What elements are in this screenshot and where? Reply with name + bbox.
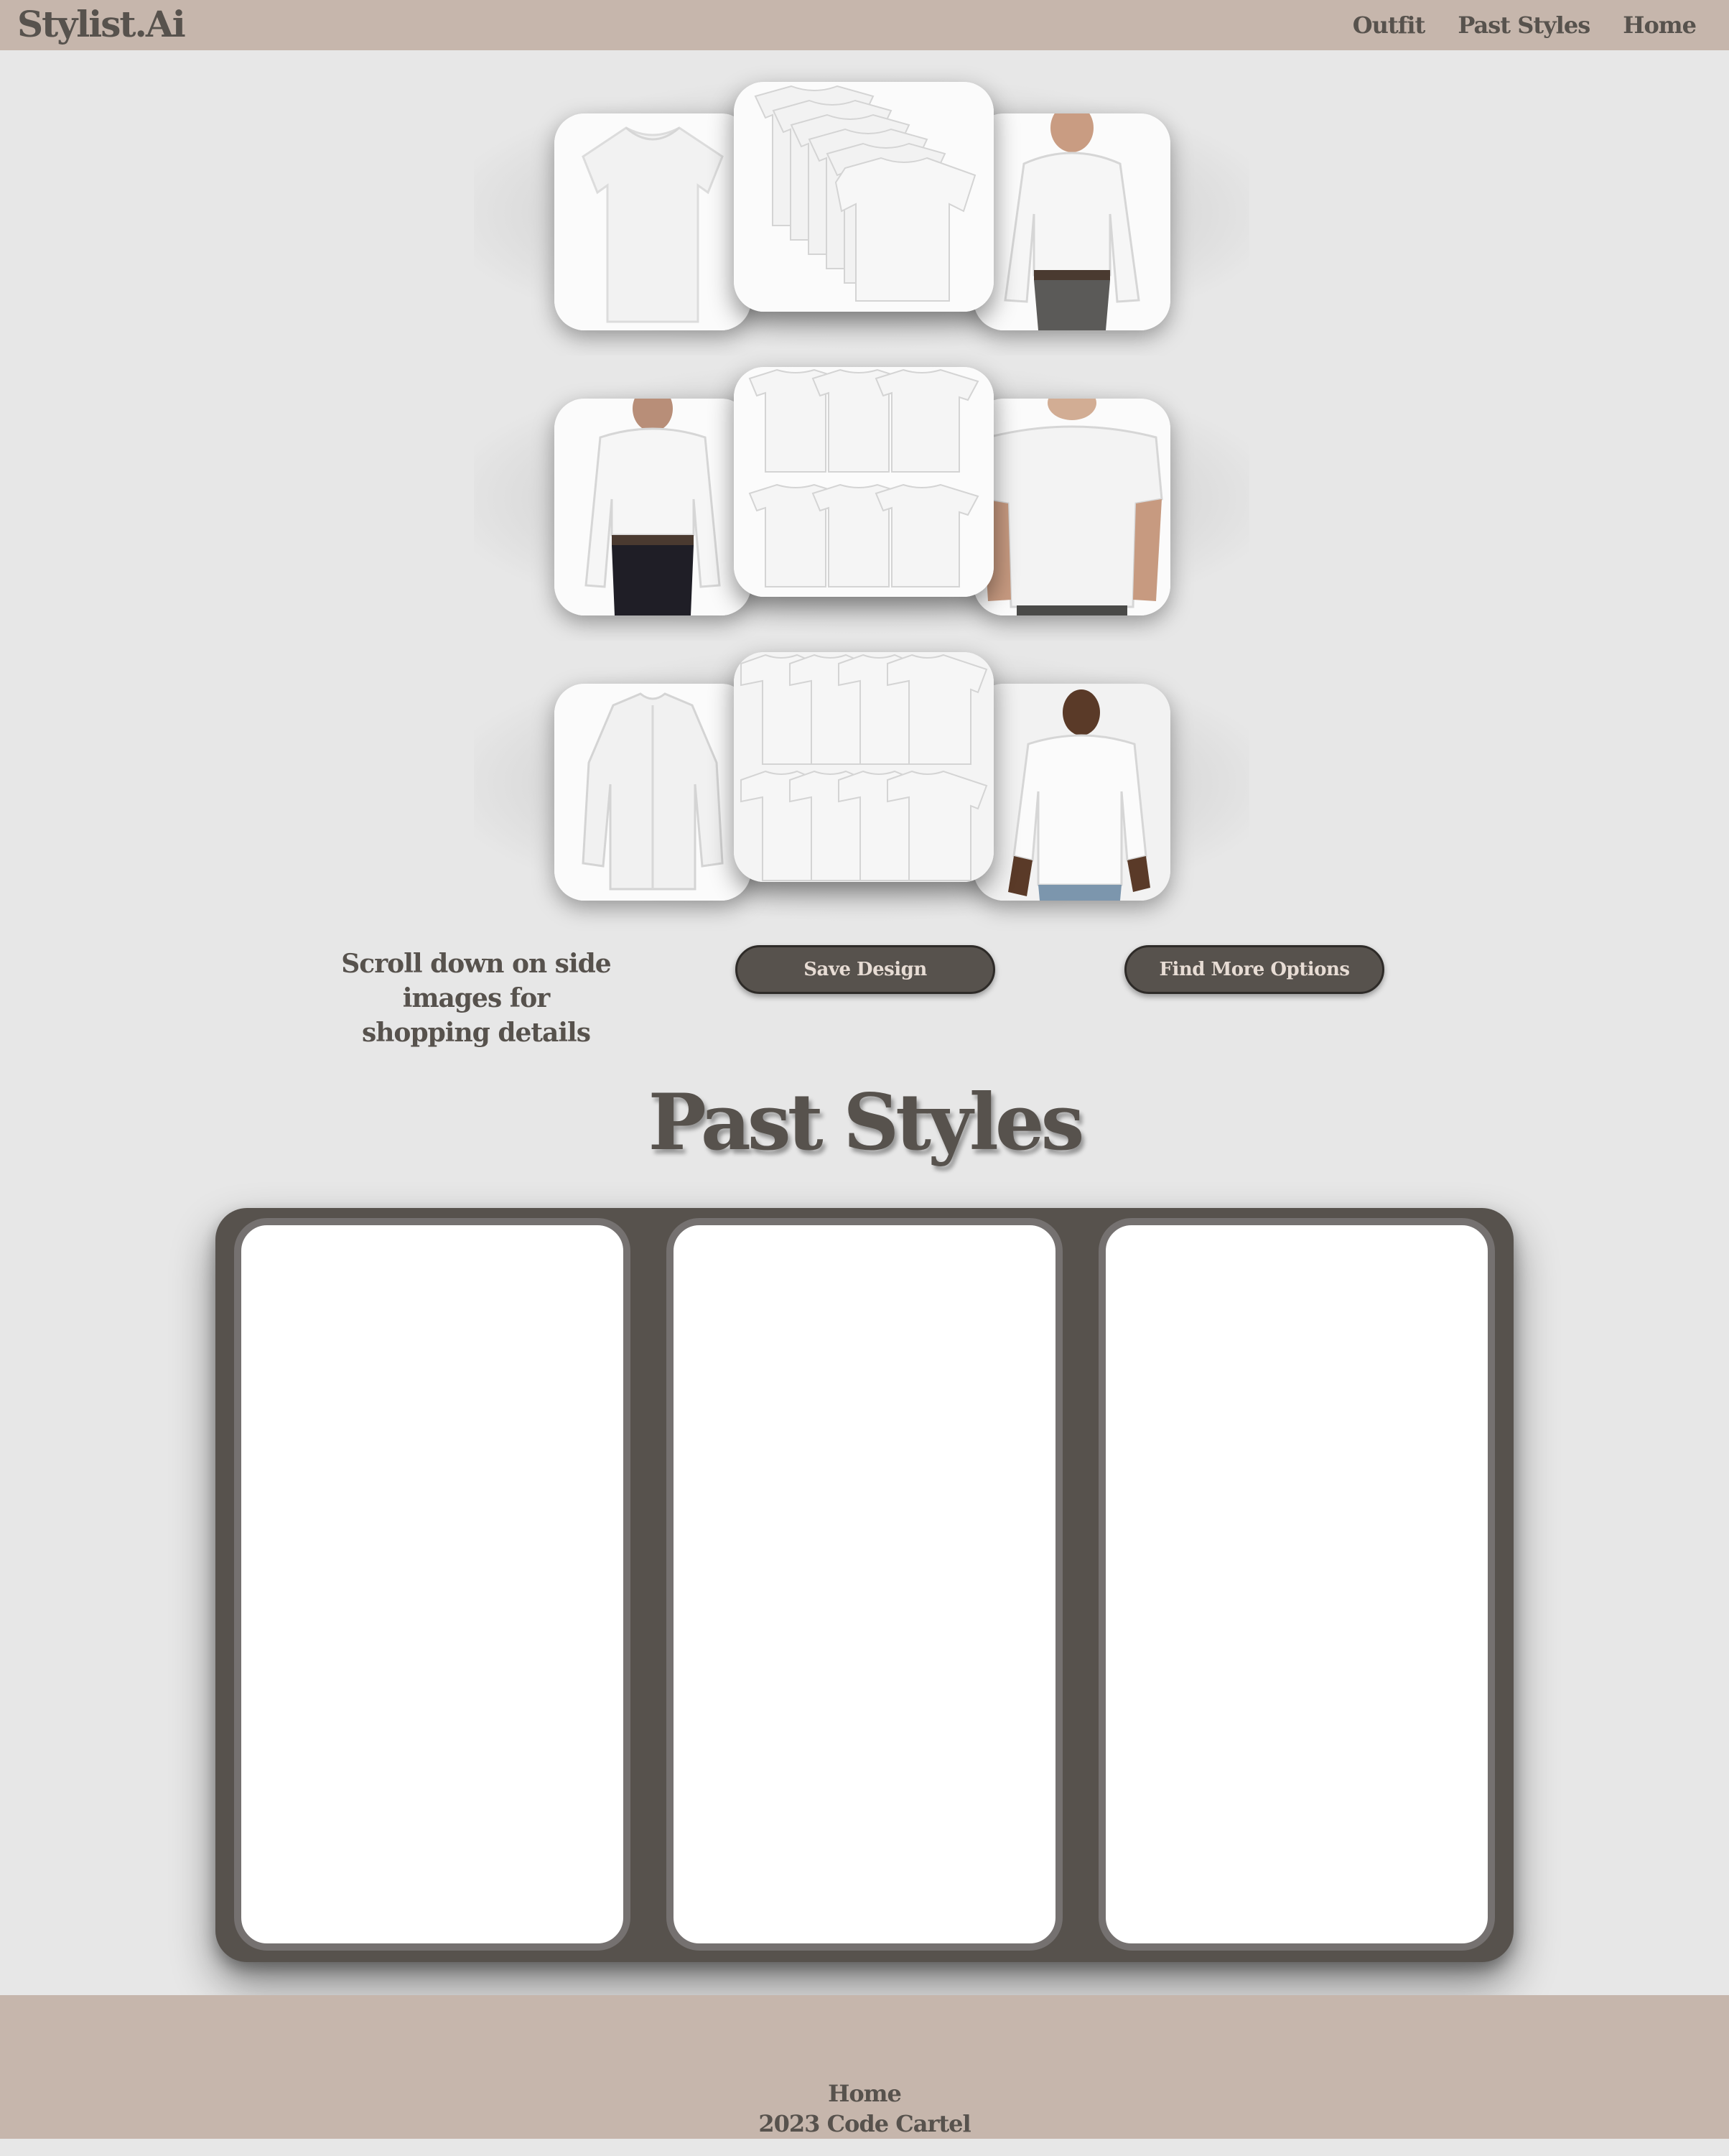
nav-link-home[interactable]: Home (1623, 11, 1697, 39)
white-tshirt-6-pack-image (734, 367, 994, 597)
carousel-row-bottom (474, 641, 1249, 926)
left-carousel-image[interactable] (554, 399, 751, 615)
carousel-row-middle (474, 356, 1249, 641)
top-nav: Stylist.Ai Outfit Past Styles Home (0, 0, 1729, 50)
save-design-button[interactable]: Save Design (735, 945, 995, 994)
man-white-casual-shirt-image (974, 684, 1170, 901)
left-carousel-image[interactable] (554, 684, 751, 901)
white-tshirt-8-pack-image (734, 652, 994, 882)
past-style-card[interactable] (1099, 1218, 1495, 1951)
man-white-dress-shirt-image (974, 113, 1170, 330)
past-style-card[interactable] (666, 1218, 1063, 1951)
shopping-hint-text: Scroll down on side images for shopping … (341, 949, 611, 1048)
white-tshirt-stack-image (734, 82, 994, 312)
man-white-tshirt-image (974, 399, 1170, 615)
right-carousel-image[interactable] (974, 684, 1170, 901)
past-styles-heading: Past Styles (648, 1077, 1085, 1168)
carousel-row-tops (474, 70, 1249, 356)
footer-home-link[interactable]: Home (0, 2080, 1729, 2107)
right-carousel-image[interactable] (974, 399, 1170, 615)
nav-link-past-styles[interactable]: Past Styles (1458, 11, 1590, 39)
nav-links: Outfit Past Styles Home (1353, 11, 1697, 39)
nav-link-outfit[interactable]: Outfit (1353, 11, 1426, 39)
footer-copyright: 2023 Code Cartel (758, 2110, 971, 2137)
white-dress-shirt-image (554, 684, 751, 901)
center-carousel-image[interactable] (734, 367, 994, 597)
footer: Home 2023 Code Cartel (0, 1995, 1729, 2139)
find-more-options-button[interactable]: Find More Options (1124, 945, 1384, 994)
white-tshirt-image (554, 113, 751, 330)
right-carousel-image[interactable] (974, 113, 1170, 330)
past-styles-panel (215, 1208, 1514, 1962)
man-white-dress-shirt-image (554, 399, 751, 615)
center-carousel-image[interactable] (734, 652, 994, 882)
left-carousel-image[interactable] (554, 113, 751, 330)
center-carousel-image[interactable] (734, 82, 994, 312)
past-style-card[interactable] (234, 1218, 630, 1951)
logo[interactable]: Stylist.Ai (17, 3, 186, 45)
